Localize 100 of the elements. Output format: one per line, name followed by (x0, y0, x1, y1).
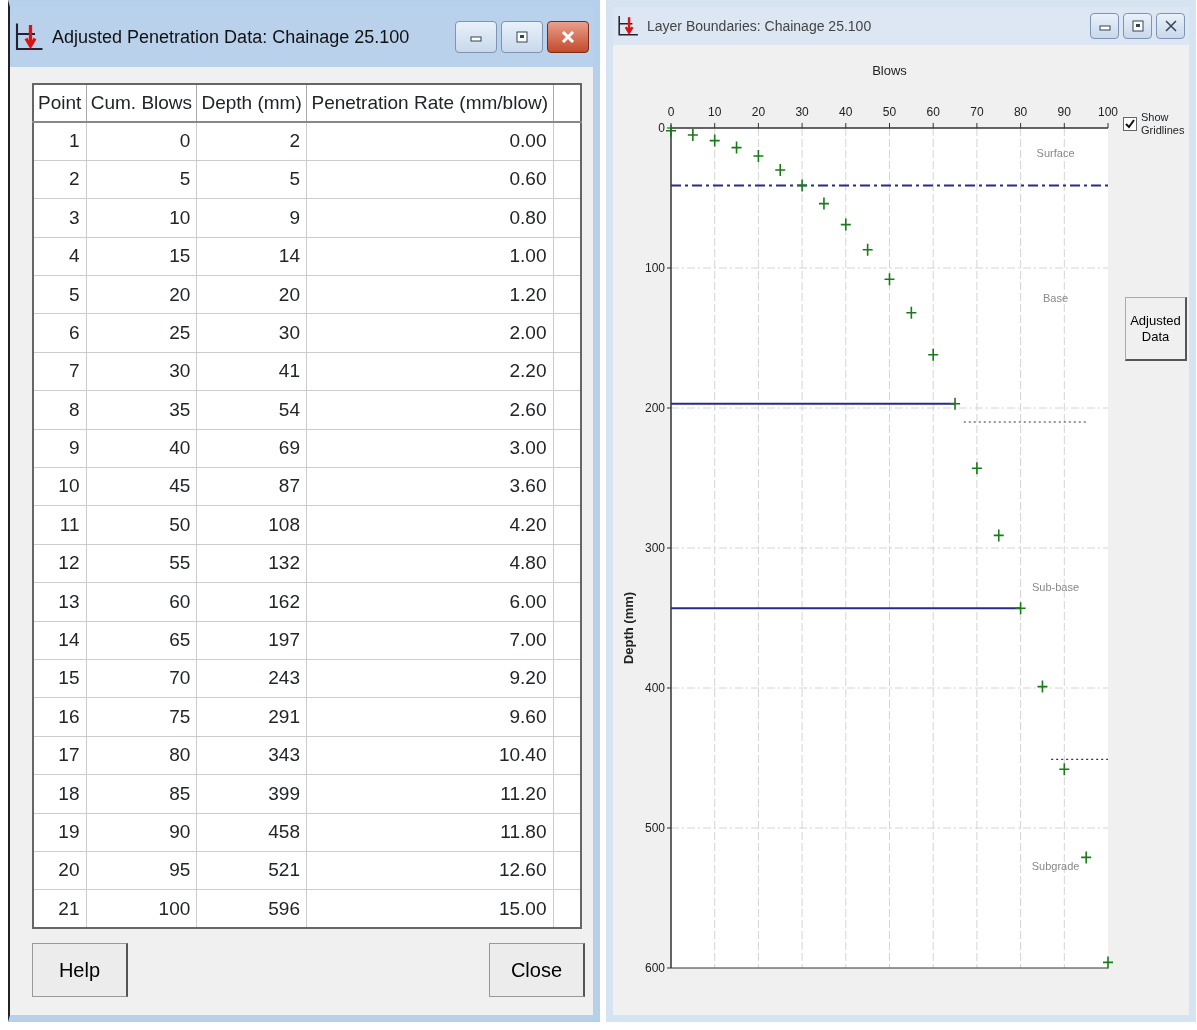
minimize-button[interactable] (1090, 13, 1119, 39)
layer-label: Surface (1036, 147, 1075, 160)
close-icon (561, 31, 575, 43)
close-icon (1163, 20, 1178, 32)
axis-tick-label: 20 (751, 105, 766, 119)
table-cell: 5 (196, 160, 307, 199)
table-cell: 2 (196, 122, 307, 161)
table-cell: 8 (33, 390, 86, 430)
table-cell: 20 (196, 275, 307, 314)
axis-tick-label: 0 (667, 105, 675, 119)
axis-tick-label: 300 (644, 541, 665, 555)
close-button[interactable] (547, 21, 589, 53)
axis-tick-label: 0 (658, 121, 665, 135)
table-cell: 45 (86, 467, 197, 506)
table-cell: 1.20 (306, 275, 553, 314)
table-cell: 6 (33, 313, 86, 353)
table-cell: 20 (33, 851, 86, 890)
table-cell: 7.00 (306, 621, 553, 660)
table-cell: 40 (86, 429, 197, 468)
table-cell: 69 (196, 429, 307, 468)
table-cell: 399 (196, 774, 307, 814)
table-cell: 2 (33, 160, 86, 199)
table-cell: 9.20 (306, 659, 553, 698)
axis-tick-label: 100 (644, 261, 665, 275)
table-cell: 162 (196, 582, 307, 622)
table-cell: 14 (196, 237, 307, 276)
table-cell: 60 (86, 582, 197, 622)
table-cell: 6.00 (306, 582, 553, 622)
checkbox[interactable] (1123, 117, 1137, 131)
column-header: Penetration Rate (mm/blow) (306, 84, 553, 122)
maximize-icon (515, 31, 529, 43)
axis-tick-label: 10 (708, 105, 722, 119)
help-button[interactable]: Help (32, 943, 128, 998)
close-button[interactable] (1156, 13, 1185, 39)
table-cell: 521 (196, 851, 307, 890)
table-cell: 243 (196, 659, 307, 698)
column-header: Point (33, 84, 86, 122)
table-cell: 0.60 (306, 160, 553, 199)
table-cell: 16 (33, 697, 86, 737)
table-cell: 2.60 (306, 390, 553, 430)
table-cell: 85 (86, 774, 197, 814)
table-cell: 1.00 (306, 237, 553, 276)
table-cell: 15 (33, 659, 86, 698)
table-cell: 3.60 (306, 467, 553, 506)
checkbox-label: Show Gridlines (1141, 111, 1186, 137)
table-cell: 65 (86, 621, 197, 660)
chart-icon (617, 15, 639, 37)
table-cell: 3 (33, 198, 86, 238)
table-cell: 9 (196, 198, 307, 238)
table-cell: 54 (196, 390, 307, 430)
table-cell: 80 (86, 736, 197, 775)
table-cell: 90 (86, 813, 197, 852)
axis-title: Blows (872, 63, 907, 78)
table-cell: 12.60 (306, 851, 553, 890)
column-header: Depth (mm) (196, 84, 307, 122)
table-cell: 4.20 (306, 505, 553, 545)
axis-tick-label: 30 (795, 105, 809, 119)
table-cell: 19 (33, 813, 86, 852)
table-cell: 30 (86, 352, 197, 391)
table-cell: 25 (86, 313, 197, 353)
table-cell: 10 (33, 467, 86, 506)
table-cell: 15 (86, 237, 197, 276)
maximize-button[interactable] (1123, 13, 1152, 39)
table-cell: 55 (86, 544, 197, 583)
table-cell: 12 (33, 544, 86, 583)
column-header: Cum. Blows (86, 84, 197, 122)
minimize-button[interactable] (455, 21, 497, 53)
table-cell: 0.00 (306, 122, 553, 161)
table-cell: 13 (33, 582, 86, 622)
table-cell: 0 (86, 122, 197, 161)
table-cell: 10.40 (306, 736, 553, 775)
table-cell: 17 (33, 736, 86, 775)
table-cell: 458 (196, 813, 307, 852)
table-cell: 30 (196, 313, 307, 353)
table-cell: 9.60 (306, 697, 553, 737)
table-cell: 132 (196, 544, 307, 583)
chart-icon (14, 22, 44, 52)
axis-tick-label: 50 (882, 105, 897, 119)
axis-tick-label: 80 (1013, 105, 1028, 119)
table-cell: 108 (196, 505, 307, 545)
dotted-line (1050, 758, 1109, 760)
table-cell: 2.00 (306, 313, 553, 353)
table-cell: 41 (196, 352, 307, 391)
layer-label: Sub-base (1032, 581, 1080, 594)
table-cell: 35 (86, 390, 197, 430)
axis-tick-label: 100 (1098, 105, 1118, 119)
table-cell: 9 (33, 429, 86, 468)
table-cell: 5 (33, 275, 86, 314)
close-button[interactable]: Close (489, 943, 585, 998)
table-cell: 343 (196, 736, 307, 775)
table-cell: 18 (33, 774, 86, 814)
adjusted-data-button[interactable]: Adjusted Data (1125, 297, 1187, 361)
table-cell: 4.80 (306, 544, 553, 583)
axis-tick-label: 40 (839, 105, 853, 119)
table-cell: 3.00 (306, 429, 553, 468)
window-title: Adjusted Penetration Data: Chainage 25.100 (52, 25, 410, 49)
table-cell: 11.20 (306, 774, 553, 814)
table-cell: 50 (86, 505, 197, 545)
table-cell: 87 (196, 467, 307, 506)
axis-tick-label: 200 (644, 401, 665, 415)
